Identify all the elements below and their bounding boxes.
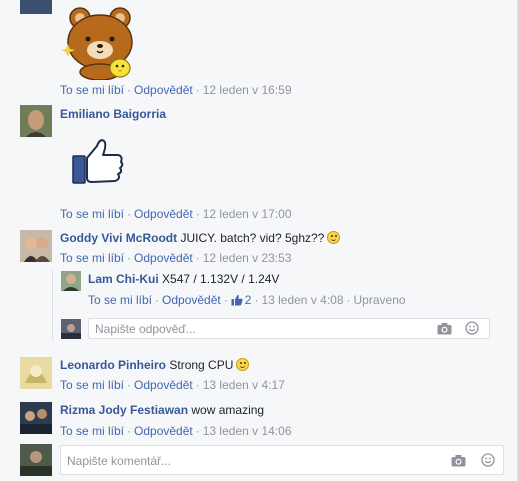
- emoji-icon[interactable]: [481, 453, 495, 467]
- comment-author[interactable]: Emiliano Baigorria: [60, 107, 166, 121]
- edited-label[interactable]: Upraveno: [354, 293, 406, 307]
- author-name[interactable]: Goddy Vivi McRoodt: [60, 231, 177, 245]
- reply-link[interactable]: Odpovědět: [134, 83, 193, 97]
- comment-text: wow amazing: [191, 403, 265, 417]
- camera-icon[interactable]: [451, 454, 466, 467]
- author-name[interactable]: Rizma Jody Festiawan: [60, 403, 188, 417]
- timestamp[interactable]: 13 leden v 14:06: [203, 424, 292, 438]
- reply-input[interactable]: Napište odpověď...: [88, 318, 490, 339]
- avatar[interactable]: [20, 105, 52, 137]
- camera-icon[interactable]: [437, 322, 452, 335]
- reply-link[interactable]: Odpovědět: [134, 378, 193, 392]
- comment-text: Strong CPU: [169, 358, 234, 372]
- comment-actions: To se mi líbí · Odpovědět · 12 leden v 16:59: [60, 83, 292, 97]
- timestamp[interactable]: 12 leden v 23:53: [203, 251, 292, 265]
- avatar[interactable]: [20, 402, 52, 434]
- like-link[interactable]: To se mi líbí: [60, 378, 124, 392]
- reply-link[interactable]: Odpovědět: [134, 207, 193, 221]
- comment-text: JUICY. batch? vid? 5ghz??: [180, 231, 325, 245]
- author-name[interactable]: Lam Chi-Kui: [88, 272, 159, 286]
- comment-actions: To se mi líbí · Odpovědět · 12 leden v 23:53: [60, 251, 292, 265]
- bear-sticker: [58, 4, 142, 81]
- like-link[interactable]: To se mi líbí: [60, 83, 124, 97]
- comment-body: Leonardo Pinheiro Strong CPU: [60, 358, 250, 372]
- avatar[interactable]: [61, 271, 81, 291]
- comment-actions: To se mi líbí · Odpovědět · 12 leden v 17:00: [60, 207, 292, 221]
- reply-actions: To se mi líbí · Odpovědět · 2 · 13 leden v 4:0…: [88, 293, 406, 307]
- thumbs-up-sticker: [70, 136, 126, 186]
- reply-link[interactable]: Odpovědět: [134, 251, 193, 265]
- reply-link[interactable]: Odpovědět: [134, 424, 193, 438]
- timestamp[interactable]: 12 leden v 17:00: [203, 207, 292, 221]
- avatar: [20, 444, 52, 476]
- avatar[interactable]: [20, 230, 52, 262]
- like-link[interactable]: To se mi líbí: [88, 293, 152, 307]
- like-count[interactable]: 2: [231, 293, 251, 307]
- like-icon: [231, 294, 243, 306]
- author-name[interactable]: Leonardo Pinheiro: [60, 358, 166, 372]
- reply-input-placeholder: Napište odpověď...: [95, 322, 196, 336]
- timestamp[interactable]: 13 leden v 4:17: [203, 378, 285, 392]
- like-link[interactable]: To se mi líbí: [60, 251, 124, 265]
- smile-emoji: [236, 358, 250, 371]
- comment-input-placeholder: Napište komentář...: [67, 454, 172, 468]
- timestamp[interactable]: 12 leden v 16:59: [203, 83, 292, 97]
- smile-emoji: [327, 231, 341, 244]
- reply-body: Lam Chi-Kui X547 / 1.132V / 1.24V: [88, 272, 279, 286]
- comment-body: Rizma Jody Festiawan wow amazing: [60, 403, 264, 417]
- avatar[interactable]: [20, 357, 52, 389]
- like-link[interactable]: To se mi líbí: [60, 207, 124, 221]
- reply-thread-line: [52, 270, 53, 340]
- avatar[interactable]: [20, 0, 52, 14]
- author-name[interactable]: Emiliano Baigorria: [60, 107, 166, 121]
- comment-text: X547 / 1.132V / 1.24V: [162, 272, 280, 286]
- timestamp[interactable]: 13 leden v 4:08: [261, 293, 343, 307]
- like-link[interactable]: To se mi líbí: [60, 424, 124, 438]
- avatar: [61, 319, 81, 339]
- comment-actions: To se mi líbí · Odpovědět · 13 leden v 4:17: [60, 378, 285, 392]
- reply-link[interactable]: Odpovědět: [162, 293, 221, 307]
- emoji-icon[interactable]: [465, 321, 479, 335]
- comment-input[interactable]: Napište komentář...: [60, 445, 504, 475]
- comment-body: Goddy Vivi McRoodt JUICY. batch? vid? 5g…: [60, 231, 341, 245]
- comment-actions: To se mi líbí · Odpovědět · 13 leden v 14:06: [60, 424, 292, 438]
